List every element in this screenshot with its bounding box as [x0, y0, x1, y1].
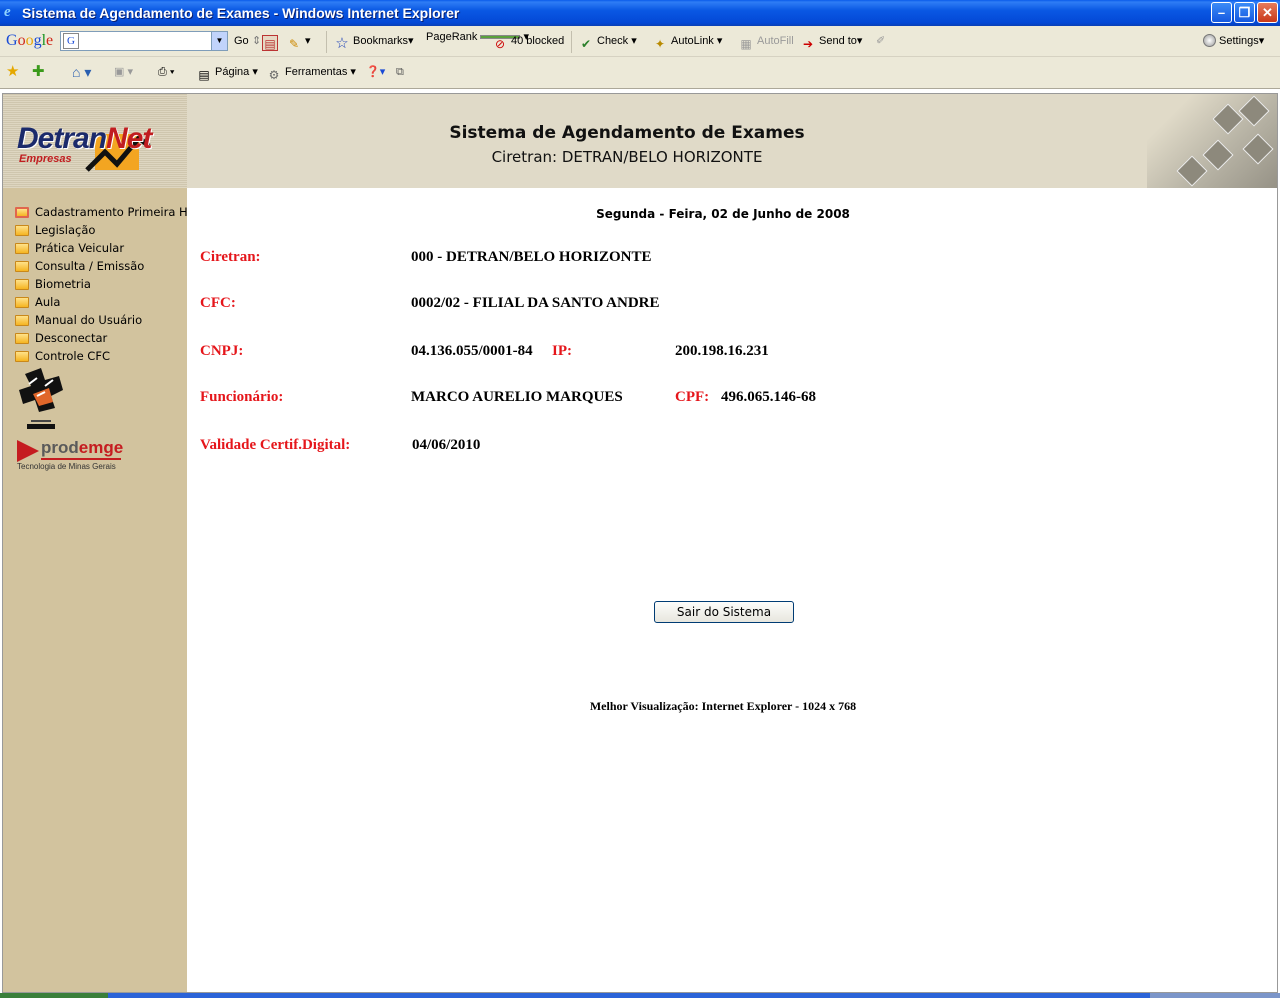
- arrow-icon[interactable]: ⇕: [252, 34, 261, 48]
- add-favorite-icon[interactable]: ✚: [32, 64, 45, 79]
- settings-button[interactable]: Settings▾: [1203, 34, 1264, 48]
- page-frame: DetranNet Empresas Cadastramento Primeir…: [2, 93, 1278, 993]
- sidebar-item-desconectar[interactable]: Desconectar: [13, 330, 187, 348]
- sidebar-item-legislacao[interactable]: Legislação: [13, 222, 187, 240]
- taskbar-edge: [0, 993, 1280, 998]
- google-g-icon[interactable]: G: [63, 33, 79, 49]
- funcionario-label: Funcionário:: [200, 389, 284, 405]
- ie-command-bar: ★ ✚ ⌂ ▾ ▣ ▾ ⎙ ▾ ▤ Página ▾ ⚙ Ferramentas ▾…: [0, 57, 1280, 89]
- popup-blocker-button[interactable]: ⊘ 40 blocked: [492, 34, 564, 52]
- gear-icon: ⚙: [268, 68, 280, 82]
- page-title: Sistema de Agendamento de Exames: [449, 123, 805, 143]
- autofill-icon: ▦: [740, 37, 752, 51]
- cfc-label: CFC:: [200, 295, 236, 311]
- maximize-button[interactable]: ❐: [1234, 2, 1255, 23]
- sidebar-item-manual[interactable]: Manual do Usuário: [13, 312, 187, 330]
- folder-icon: [15, 351, 29, 362]
- google-logo[interactable]: Google: [6, 32, 53, 50]
- tools-menu[interactable]: ⚙ Ferramentas ▾: [266, 65, 356, 83]
- sendto-button[interactable]: ➔ Send to▾: [800, 34, 862, 52]
- sidebar-item-consulta-emissao[interactable]: Consulta / Emissão: [13, 258, 187, 276]
- autolink-button[interactable]: ✦ AutoLink ▾: [652, 34, 722, 52]
- autofill-button[interactable]: ▦ AutoFill: [738, 34, 793, 52]
- star-icon: ☆: [335, 35, 349, 52]
- prodemge-arrow-icon: [17, 440, 39, 462]
- page-subtitle: Ciretran: DETRAN/BELO HORIZONTE: [491, 148, 763, 166]
- sidebar-item-aula[interactable]: Aula: [13, 294, 187, 312]
- google-toolbar: Google G ▼ Go ⇕ ▤ ✎ ▾ ☆ Bookmarks▾ PageRan…: [0, 26, 1280, 57]
- detran-emblem-logo: [15, 366, 69, 436]
- folder-icon: [15, 315, 29, 326]
- page-menu[interactable]: ▤ Página ▾: [196, 65, 258, 83]
- folder-icon: [15, 225, 29, 236]
- ie-logo-icon: e: [4, 4, 11, 20]
- wand-icon: ✦: [654, 37, 666, 51]
- prodemge-logo: prodemge Tecnologia de Minas Gerais: [17, 438, 124, 471]
- sidebar-item-biometria[interactable]: Biometria: [13, 276, 187, 294]
- blocked-icon: ⊘: [494, 37, 506, 51]
- window-title: Sistema de Agendamento de Exames - Windo…: [22, 5, 460, 21]
- chevron-down-icon[interactable]: ▼: [211, 32, 227, 50]
- cnpj-label: CNPJ:: [200, 343, 244, 359]
- google-search-input[interactable]: G ▼: [60, 31, 228, 51]
- main-content: Segunda - Feira, 02 de Junho de 2008 Cir…: [187, 188, 1277, 992]
- current-date: Segunda - Feira, 02 de Junho de 2008: [596, 207, 850, 221]
- print-icon[interactable]: ⎙ ▾: [158, 65, 174, 79]
- logo-area: DetranNet Empresas: [3, 94, 187, 188]
- close-button[interactable]: ✕: [1257, 2, 1278, 23]
- ip-label: IP:: [552, 343, 572, 359]
- sidebar-menu: Cadastramento Primeira Habilitação Legis…: [13, 204, 187, 366]
- folder-icon: [15, 207, 29, 218]
- traffic-signs-graphic: [1147, 94, 1277, 188]
- validade-label: Validade Certif.Digital:: [200, 437, 351, 453]
- highlight-icon[interactable]: ✎ ▾: [286, 34, 311, 52]
- favorites-star-icon[interactable]: ★: [6, 64, 19, 79]
- spellcheck-button[interactable]: ✔ Check ▾: [578, 34, 637, 52]
- cpf-label: CPF:: [675, 389, 710, 405]
- ciretran-label: Ciretran:: [200, 249, 261, 265]
- home-icon[interactable]: ⌂ ▾: [72, 65, 91, 79]
- check-icon: ✔: [580, 37, 592, 51]
- pencil-icon[interactable]: ✐: [876, 34, 885, 48]
- help-icon[interactable]: ❓▾: [366, 65, 385, 79]
- exit-system-button[interactable]: Sair do Sistema: [654, 601, 794, 623]
- window-titlebar: e Sistema de Agendamento de Exames - Win…: [0, 0, 1280, 26]
- bookmarks-button[interactable]: ☆ Bookmarks▾: [334, 34, 413, 52]
- ciretran-value: 000 - DETRAN/BELO HORIZONTE: [411, 249, 652, 265]
- folder-icon: [15, 261, 29, 272]
- news-icon[interactable]: ▤: [262, 34, 281, 51]
- research-icon[interactable]: ⧉: [396, 65, 404, 79]
- toolbar-separator: [326, 31, 327, 53]
- page-icon: ▤: [198, 68, 210, 82]
- cnpj-value: 04.136.055/0001-84: [411, 343, 533, 359]
- sidebar-item-pratica-veicular[interactable]: Prática Veicular: [13, 240, 187, 258]
- toolbar-separator: [571, 31, 572, 53]
- folder-icon: [15, 243, 29, 254]
- folder-icon: [15, 297, 29, 308]
- folder-icon: [15, 333, 29, 344]
- cpf-value: 496.065.146-68: [721, 389, 816, 405]
- funcionario-value: MARCO AURELIO MARQUES: [411, 389, 623, 405]
- best-view-note: Melhor Visualização: Internet Explorer -…: [589, 699, 857, 713]
- sidebar-item-controle-cfc[interactable]: Controle CFC: [13, 348, 187, 366]
- cfc-value: 0002/02 - FILIAL DA SANTO ANDRE: [411, 295, 660, 311]
- folder-icon: [15, 279, 29, 290]
- send-icon: ➔: [802, 37, 814, 51]
- sidebar: DetranNet Empresas Cadastramento Primeir…: [3, 94, 187, 992]
- validade-value: 04/06/2010: [412, 437, 481, 453]
- sidebar-item-cadastramento[interactable]: Cadastramento Primeira Habilitação: [13, 204, 187, 222]
- settings-icon: [1203, 34, 1216, 47]
- ip-value: 200.198.16.231: [675, 343, 769, 359]
- page-header: Sistema de Agendamento de Exames Ciretra…: [187, 94, 1277, 188]
- go-button[interactable]: Go: [234, 34, 249, 48]
- detrannet-logo: DetranNet Empresas: [17, 122, 177, 176]
- minimize-button[interactable]: –: [1211, 2, 1232, 23]
- feeds-icon[interactable]: ▣ ▾: [114, 65, 133, 79]
